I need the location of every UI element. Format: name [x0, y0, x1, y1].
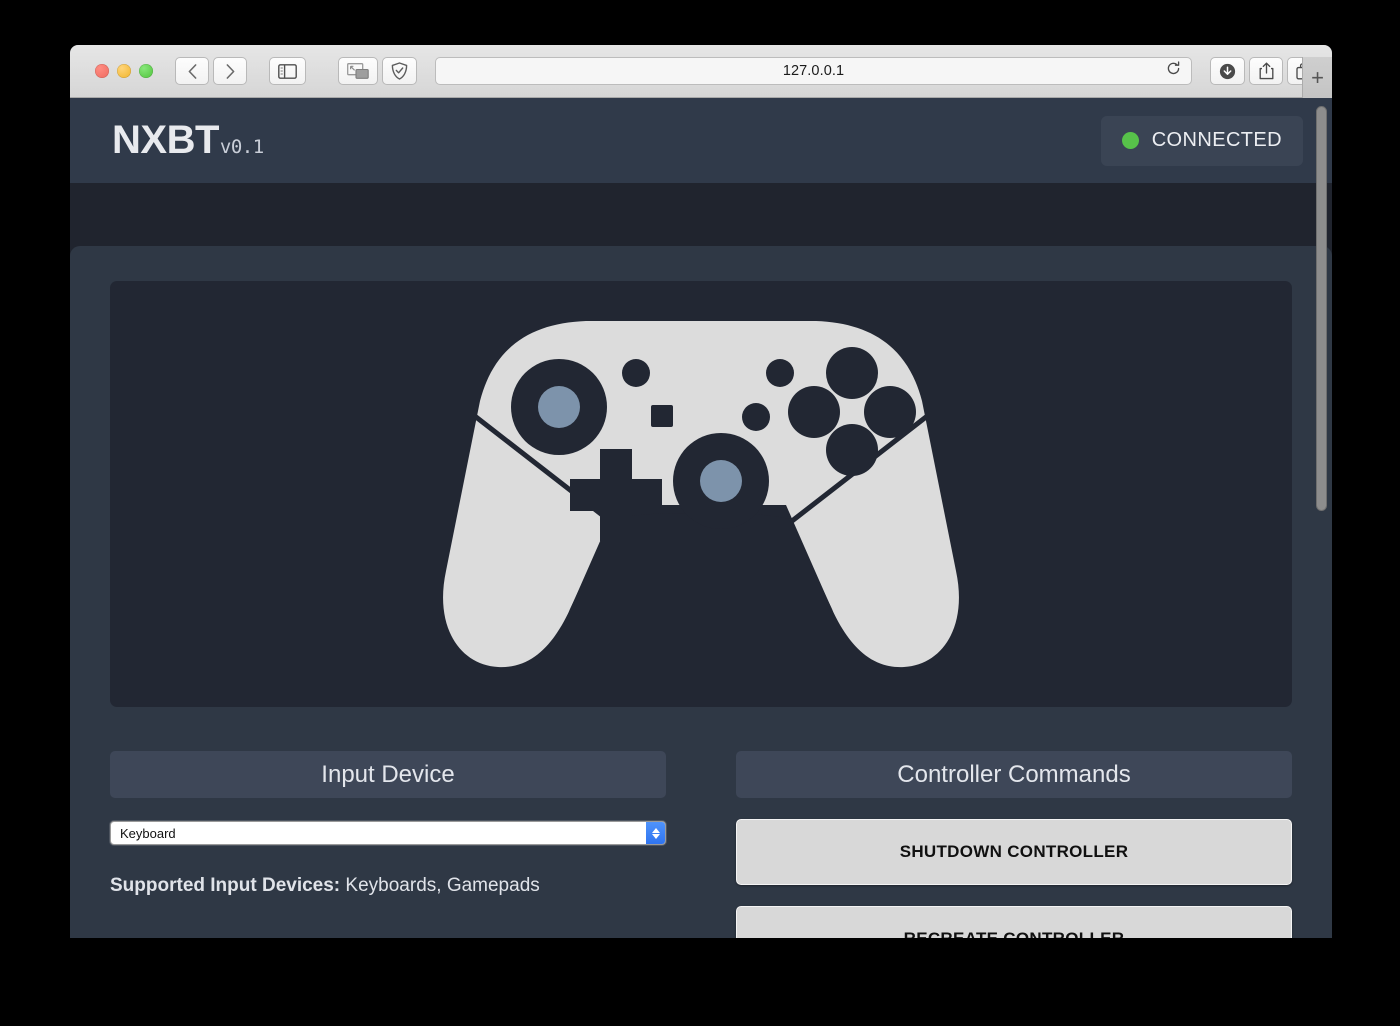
traffic-lights: [95, 64, 153, 78]
address-bar[interactable]: 127.0.0.1: [435, 57, 1192, 85]
sidebar-group: [269, 57, 306, 85]
download-icon: [1219, 63, 1236, 80]
share-button[interactable]: [1249, 57, 1283, 85]
shield-check-icon: [391, 62, 408, 80]
supported-devices-text: Supported Input Devices: Keyboards, Game…: [110, 875, 666, 897]
browser-window: 127.0.0.1: [70, 45, 1332, 938]
input-device-column: Input Device Keyboard Supported Input De…: [110, 751, 666, 938]
status-dot-icon: [1122, 132, 1139, 149]
privacy-shield-button[interactable]: [382, 57, 417, 85]
forward-arrow-icon: [226, 64, 235, 79]
page-scrollbar[interactable]: [1315, 98, 1328, 938]
chevron-down-icon: [652, 834, 660, 839]
controller-illustration: [110, 281, 1292, 707]
input-device-selected-value: Keyboard: [111, 826, 646, 841]
brand-version: v0.1: [220, 136, 264, 158]
picture-in-picture-button[interactable]: [338, 57, 378, 85]
controller-commands-column: Controller Commands SHUTDOWN CONTROLLER …: [736, 751, 1292, 938]
reload-button[interactable]: [1166, 61, 1181, 81]
controls-columns: Input Device Keyboard Supported Input De…: [110, 751, 1292, 938]
back-button[interactable]: [175, 57, 209, 85]
browser-toolbar: 127.0.0.1: [70, 45, 1332, 98]
brand-name: NXBT: [112, 118, 219, 163]
chevron-up-icon: [652, 828, 660, 833]
navigation-buttons: [175, 57, 247, 85]
sidebar-icon: [278, 64, 297, 79]
recreate-controller-button[interactable]: RECREATE CONTROLLER: [736, 906, 1292, 938]
app-header: NXBT v0.1 CONNECTED: [70, 98, 1332, 183]
close-window-button[interactable]: [95, 64, 109, 78]
zoom-window-button[interactable]: [139, 64, 153, 78]
brand: NXBT v0.1: [112, 118, 264, 163]
status-badge: CONNECTED: [1101, 116, 1303, 166]
picture-in-picture-icon: [347, 63, 369, 79]
select-stepper-icon[interactable]: [646, 822, 665, 844]
supported-devices-label: Supported Input Devices:: [110, 875, 340, 896]
pro-controller-icon: [436, 309, 966, 679]
new-tab-label: +: [1311, 65, 1324, 91]
input-device-select[interactable]: Keyboard: [110, 821, 666, 845]
status-label: CONNECTED: [1152, 129, 1282, 152]
input-device-header: Input Device: [110, 751, 666, 798]
url-text: 127.0.0.1: [783, 63, 844, 79]
new-tab-button[interactable]: +: [1302, 57, 1332, 98]
share-icon: [1259, 62, 1274, 80]
minimize-window-button[interactable]: [117, 64, 131, 78]
scrollbar-thumb[interactable]: [1316, 106, 1327, 511]
shutdown-controller-button[interactable]: SHUTDOWN CONTROLLER: [736, 819, 1292, 885]
page-viewport: NXBT v0.1 CONNECTED: [70, 98, 1332, 938]
page-tools-group: [338, 57, 417, 85]
supported-devices-value: Keyboards, Gamepads: [345, 875, 539, 896]
back-arrow-icon: [188, 64, 197, 79]
sidebar-toggle-button[interactable]: [269, 57, 306, 85]
controller-commands-header: Controller Commands: [736, 751, 1292, 798]
nav-strip: [70, 183, 1332, 246]
main-panel: Input Device Keyboard Supported Input De…: [70, 246, 1332, 938]
downloads-button[interactable]: [1210, 57, 1245, 85]
forward-button[interactable]: [213, 57, 247, 85]
reload-icon: [1166, 61, 1181, 76]
